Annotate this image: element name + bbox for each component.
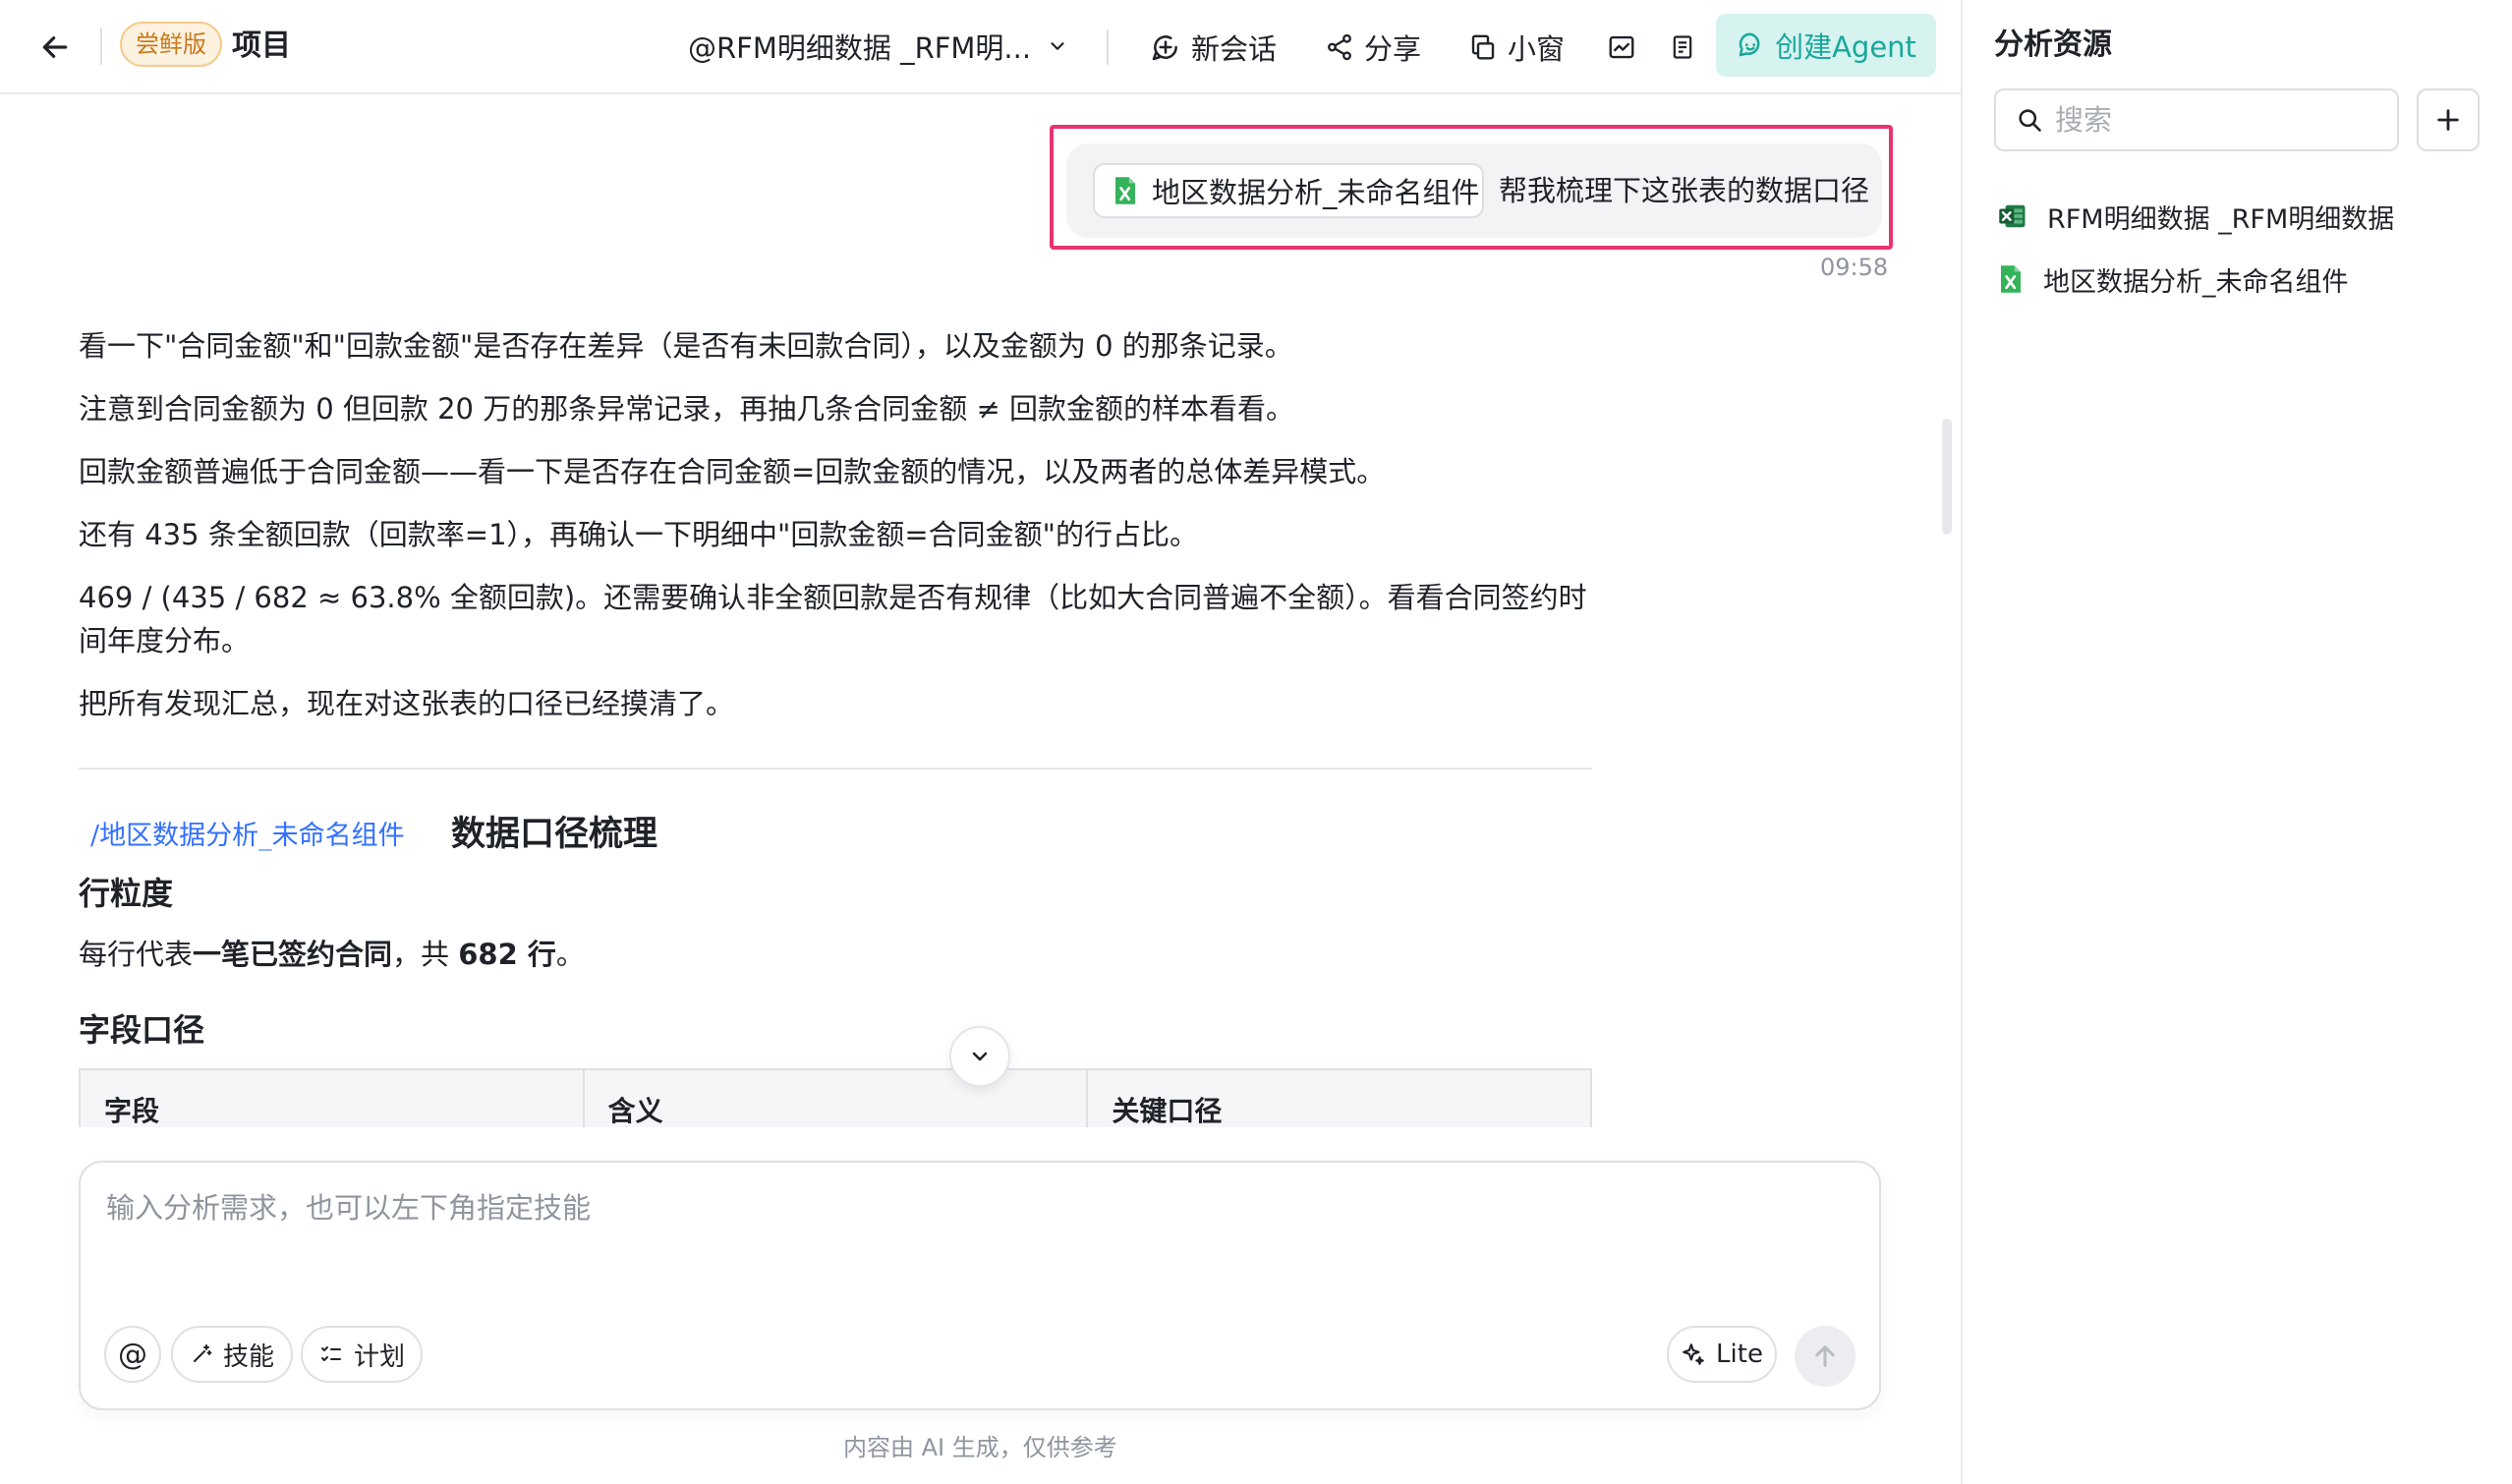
- resource-name: 地区数据分析_未命名组件: [2043, 266, 2349, 298]
- mode-selector[interactable]: Lite: [1667, 1326, 1777, 1383]
- search-icon: [2019, 109, 2041, 132]
- skills-label: 技能: [222, 1341, 274, 1372]
- table-header-cell: 字段: [81, 1070, 585, 1127]
- plus-icon: [2437, 109, 2459, 131]
- mode-label: Lite: [1716, 1340, 1763, 1369]
- document-icon: [1673, 35, 1692, 59]
- chart-icon: [1609, 35, 1634, 59]
- resource-name: RFM明细数据 _RFM明细数据: [2047, 203, 2395, 235]
- dataset-selector[interactable]: @RFM明细数据 _RFM明...: [688, 24, 1068, 69]
- search-box: [1994, 88, 2399, 151]
- at-symbol: @: [118, 1337, 147, 1372]
- window-icon: [1471, 34, 1495, 60]
- divider: [1107, 29, 1109, 65]
- send-button[interactable]: [1795, 1326, 1855, 1387]
- row-count: 682 行: [458, 938, 556, 971]
- attached-file-chip[interactable]: 地区数据分析_未命名组件: [1093, 163, 1484, 218]
- sparkle-icon: [1683, 1343, 1704, 1365]
- answer-paragraph: 看一下"合同金额"和"回款金额"是否存在差异（是否有未回款合同），以及金额为 0…: [79, 329, 1293, 363]
- new-chat-button[interactable]: 新会话: [1150, 22, 1277, 73]
- share-icon: [1328, 33, 1351, 61]
- arrow-up-icon: [1815, 1345, 1835, 1367]
- share-button[interactable]: 分享: [1325, 22, 1421, 73]
- new-chat-icon: [1152, 35, 1177, 61]
- top-toolbar: 尝鲜版 项目 @RFM明细数据 _RFM明... 新会话 分享 小窗 创建Age…: [0, 0, 1961, 94]
- chevron-down-icon: [972, 1052, 988, 1061]
- table-header-cell: 关键口径: [1112, 1095, 1223, 1127]
- app-window: 尝鲜版 项目 @RFM明细数据 _RFM明... 新会话 分享 小窗 创建Age…: [0, 0, 2512, 1484]
- document-button[interactable]: [1661, 26, 1704, 69]
- ai-disclaimer: 内容由 AI 生成，仅供参考: [843, 1434, 1117, 1461]
- chat-area: 地区数据分析_未命名组件 帮我梳理下这张表的数据口径 09:58 看一下"合同金…: [0, 94, 1961, 1484]
- project-title: 项目: [232, 29, 291, 63]
- trial-badge: 尝鲜版: [120, 22, 222, 67]
- back-button[interactable]: [33, 26, 77, 69]
- fields-table-header: 字段 含义 关键口径: [79, 1068, 1592, 1127]
- mention-button[interactable]: @: [104, 1326, 161, 1383]
- add-resource-button[interactable]: [2417, 88, 2480, 151]
- row-unit: 一笔已签约合同: [193, 938, 393, 971]
- user-message-text: 帮我梳理下这张表的数据口径: [1499, 174, 1870, 207]
- new-chat-label: 新会话: [1191, 32, 1278, 66]
- sidebar-title: 分析资源: [1994, 28, 2112, 62]
- create-agent-label: 创建Agent: [1775, 30, 1916, 64]
- answer-paragraph: 把所有发现汇总，现在对这张表的口径已经摸清了。: [79, 687, 735, 720]
- spreadsheet-icon: [1115, 177, 1135, 204]
- row-granularity-text: 每行代表一笔已签约合同，共 682 行。: [79, 938, 585, 971]
- row-granularity-heading: 行粒度: [79, 875, 174, 912]
- composer-input[interactable]: 输入分析需求，也可以左下角指定技能: [106, 1186, 591, 1229]
- answer-paragraph: 回款金额普遍低于合同金额——看一下是否存在合同金额=回款金额的情况，以及两者的总…: [79, 455, 1386, 488]
- resources-sidebar: 分析资源 RFM明细数据 _RFM明细数据 地区数据分析_未命名组件: [1961, 0, 2512, 1484]
- share-label: 分享: [1364, 32, 1422, 66]
- resource-item[interactable]: RFM明细数据 _RFM明细数据: [1998, 193, 2394, 240]
- report-title: 数据口径梳理: [451, 815, 658, 854]
- component-link[interactable]: /地区数据分析_未命名组件: [90, 817, 405, 856]
- table-header-cell: 含义: [585, 1070, 1089, 1127]
- dataset-name: @RFM明细数据 _RFM明...: [688, 31, 1032, 65]
- scrollbar-thumb[interactable]: [1942, 419, 1952, 535]
- checklist-icon: [320, 1346, 341, 1361]
- skills-button[interactable]: 技能: [171, 1326, 293, 1383]
- message-composer: 输入分析需求，也可以左下角指定技能 @ 技能 计划 Lite: [79, 1161, 1881, 1410]
- answer-paragraph: 注意到合同金额为 0 但回款 20 万的那条异常记录，再抽几条合同金额 ≠ 回款…: [79, 392, 1294, 426]
- scroll-to-bottom-button[interactable]: [949, 1026, 1010, 1087]
- plan-label: 计划: [353, 1341, 405, 1372]
- section-divider: [79, 768, 1592, 770]
- divider: [100, 28, 102, 65]
- small-window-label: 小窗: [1508, 32, 1566, 66]
- attached-file-name: 地区数据分析_未命名组件: [1152, 176, 1480, 209]
- agent-icon: [1739, 32, 1760, 57]
- spreadsheet-icon: [2001, 265, 2021, 293]
- answer-paragraph: 还有 435 条全额回款（回款率=1），再确认一下明细中"回款金额=合同金额"的…: [79, 518, 1199, 551]
- plan-button[interactable]: 计划: [301, 1326, 423, 1383]
- arrow-left-icon: [42, 36, 68, 58]
- search-input[interactable]: [2055, 103, 2379, 137]
- field-definitions-heading: 字段口径: [79, 1011, 205, 1049]
- message-time: 09:58: [1820, 254, 1889, 281]
- excel-icon: [1999, 204, 2026, 228]
- small-window-button[interactable]: 小窗: [1468, 22, 1565, 73]
- answer-paragraph: 469 / (435 / 682 ≈ 63.8% 全额回款)。还需要确认非全额回…: [79, 581, 1587, 657]
- resource-item[interactable]: 地区数据分析_未命名组件: [1998, 256, 2349, 303]
- chevron-down-icon: [1051, 42, 1064, 50]
- create-agent-button[interactable]: 创建Agent: [1716, 14, 1936, 77]
- magic-wand-icon: [193, 1344, 212, 1362]
- chart-button[interactable]: [1600, 26, 1643, 69]
